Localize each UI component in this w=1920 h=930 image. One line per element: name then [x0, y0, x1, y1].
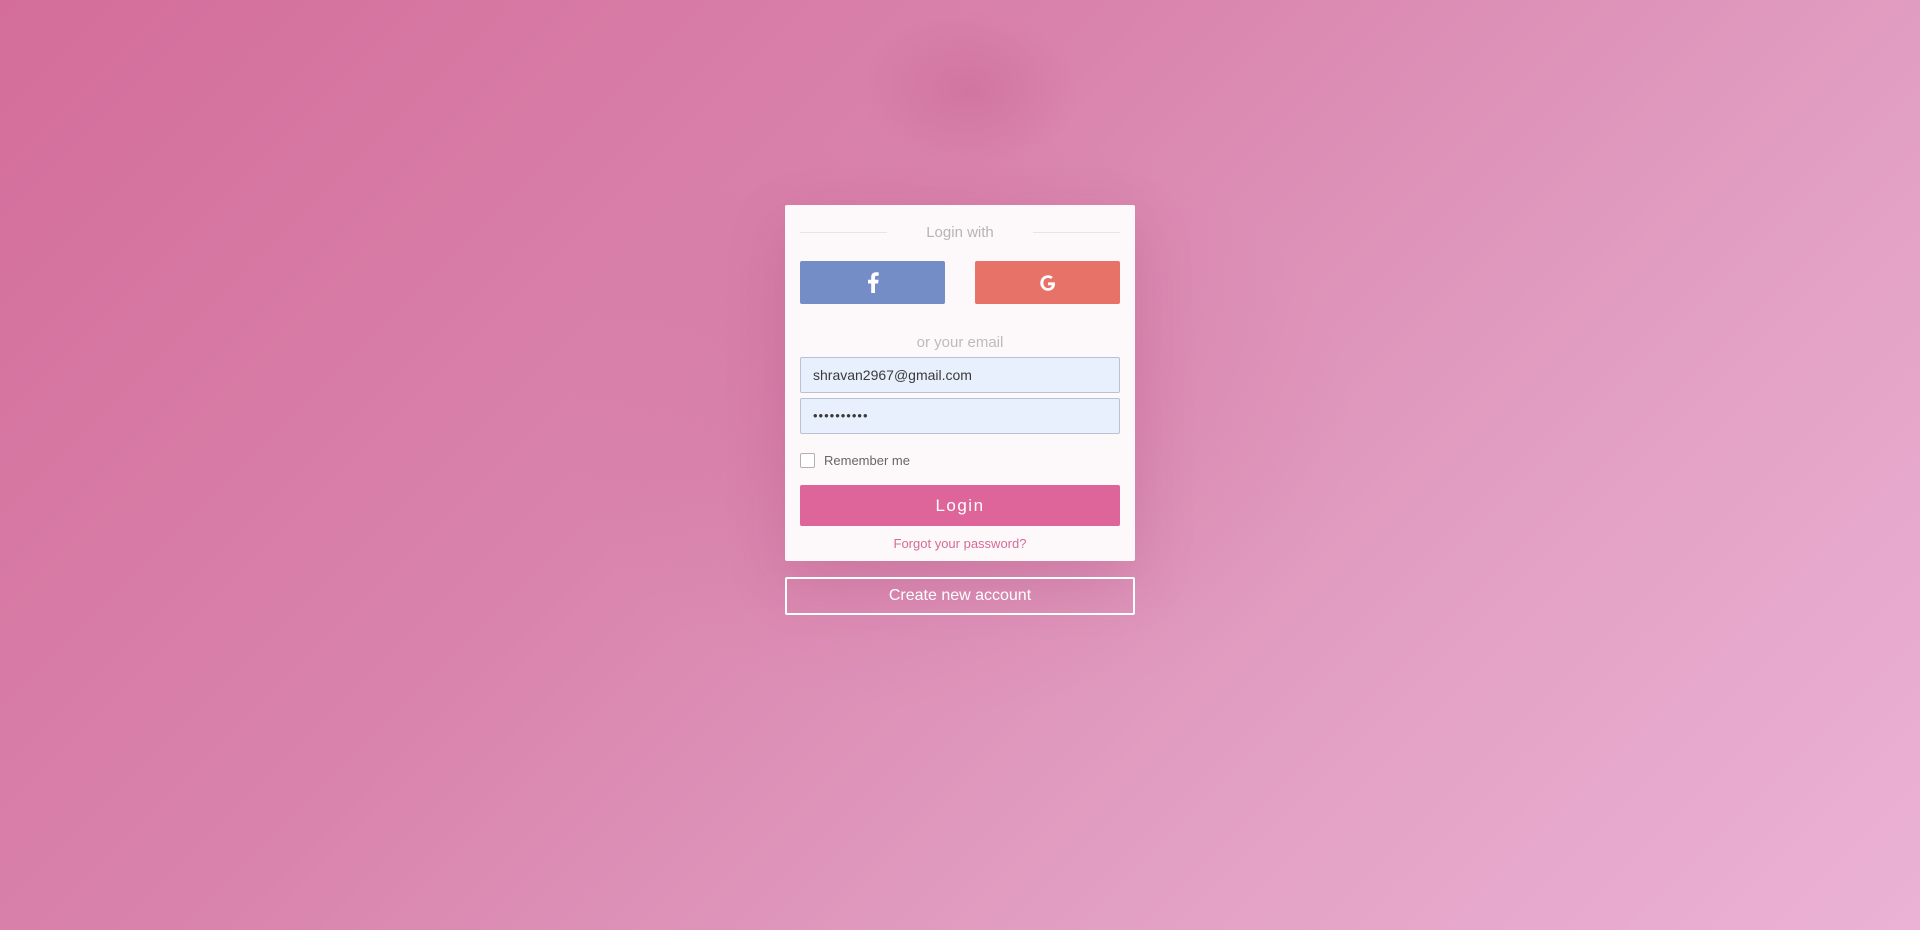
login-card: Login with or your email shravan2967@gma… — [785, 205, 1135, 561]
login-with-header: Login with — [800, 205, 1120, 261]
remember-me-label[interactable]: Remember me — [824, 453, 910, 468]
create-account-button[interactable]: Create new account — [785, 577, 1135, 615]
social-login-row — [800, 261, 1120, 304]
password-field[interactable]: •••••••••• — [800, 398, 1120, 434]
divider-right — [1033, 232, 1120, 233]
login-button[interactable]: Login — [800, 485, 1120, 526]
remember-me-row: Remember me — [800, 451, 1120, 469]
background-blob — [860, 10, 1080, 170]
remember-me-checkbox[interactable] — [800, 452, 815, 468]
google-icon — [1038, 273, 1058, 293]
divider-left — [800, 232, 887, 233]
or-email-label: or your email — [916, 334, 1004, 351]
facebook-icon — [867, 272, 879, 293]
email-field[interactable]: shravan2967@gmail.com — [800, 357, 1120, 393]
google-login-button[interactable] — [975, 261, 1120, 304]
login-with-label: Login with — [926, 223, 994, 241]
forgot-password-link[interactable]: Forgot your password? — [800, 536, 1120, 551]
facebook-login-button[interactable] — [800, 261, 945, 304]
